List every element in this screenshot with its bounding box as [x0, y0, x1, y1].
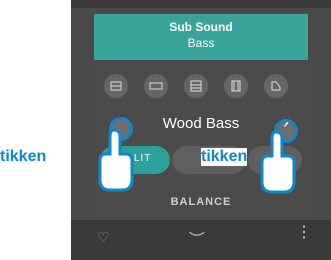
category-row	[104, 74, 308, 100]
header-subtitle: Bass	[187, 36, 215, 50]
grand-icon[interactable]	[264, 74, 288, 98]
hand-pointer-icon	[260, 130, 296, 194]
balance-label[interactable]: BALANCE	[94, 196, 308, 208]
header-title: Sub Sound	[169, 20, 233, 34]
harpsichord-icon[interactable]	[184, 74, 208, 98]
epiano-icon[interactable]	[144, 74, 168, 98]
bottom-bar: ♡ ︶ ⋮	[71, 220, 331, 260]
heart-icon[interactable]: ♡	[97, 229, 110, 246]
piano-icon[interactable]	[104, 74, 128, 98]
chevron-down-icon[interactable]: ︶	[189, 226, 205, 250]
hand-pointer-icon	[98, 128, 134, 192]
tap-annotation-right: tikken	[201, 148, 248, 166]
top-bar	[71, 0, 331, 8]
tap-annotation-left: tikken	[0, 148, 47, 166]
organ-icon[interactable]	[224, 74, 248, 98]
subsound-header: Sub Sound Bass	[94, 14, 308, 60]
more-icon[interactable]: ⋮	[296, 225, 312, 241]
